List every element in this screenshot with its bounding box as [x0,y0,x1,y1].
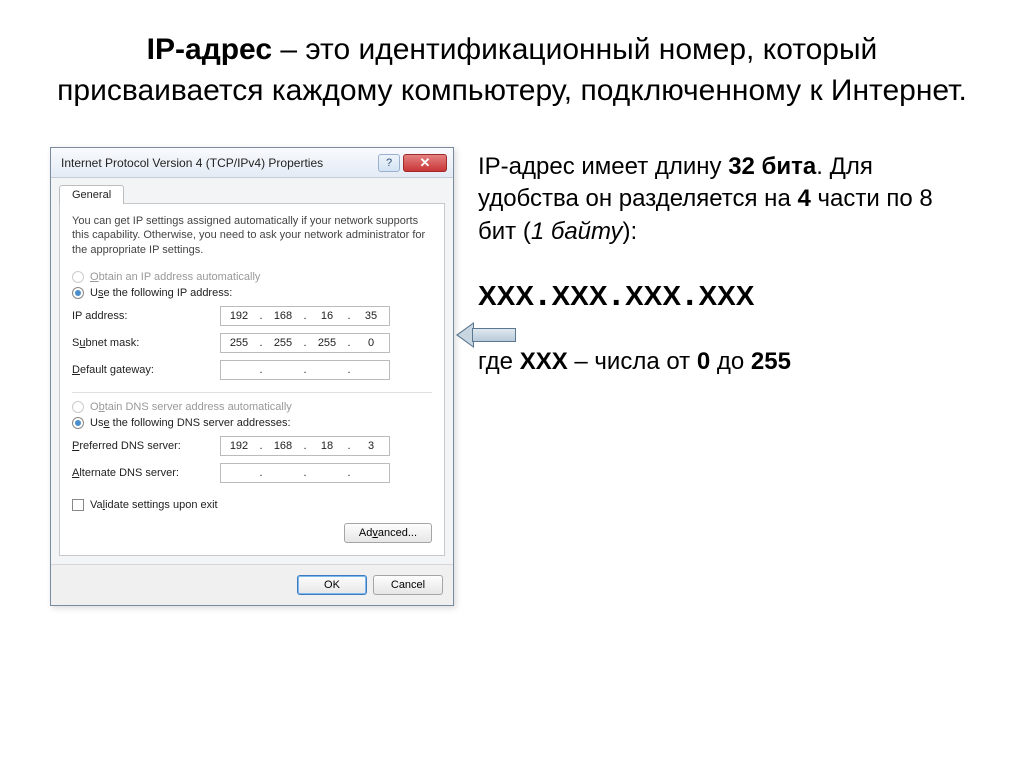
radio-obtain-dns-auto: Obtain DNS server address automatically [72,401,432,413]
tab-general[interactable]: General [59,185,124,204]
label-ip: IP address: [72,310,212,322]
explanation: IP-адрес имеет длину 32 бита. Для удобст… [478,147,974,402]
dialog-title: Internet Protocol Version 4 (TCP/IPv4) P… [61,156,323,170]
label-alt-dns: Alternate DNS server: [72,467,212,479]
label-validate: Validate settings upon exit [90,499,218,511]
radio-obtain-ip-auto[interactable]: Obtain an IP address automatically [72,271,432,283]
titlebar[interactable]: Internet Protocol Version 4 (TCP/IPv4) P… [51,148,453,178]
label-pref-dns: Preferred DNS server: [72,440,212,452]
radio-use-following-dns[interactable]: Use the following DNS server addresses: [72,417,432,429]
term-ip: IP-адрес [147,33,272,66]
arrow-left-icon [458,322,516,348]
label-gateway: Default gateway: [72,364,212,376]
dialog-body: You can get IP settings assigned automat… [59,203,445,556]
help-button[interactable]: ? [378,154,400,172]
preferred-dns-field[interactable]: 192. 168. 18. 3 [220,436,390,456]
ip-address-field[interactable]: 192. 168. 16. 35 [220,306,390,326]
cancel-button[interactable]: Cancel [373,575,443,595]
subnet-mask-field[interactable]: 255. 255. 255. 0 [220,333,390,353]
checkbox-validate[interactable] [72,499,84,511]
radio-icon [72,401,84,413]
default-gateway-field[interactable]: ... [220,360,390,380]
radio-use-following-ip[interactable]: Use the following IP address: [72,287,432,299]
ipv4-properties-dialog: Internet Protocol Version 4 (TCP/IPv4) P… [50,147,454,606]
radio-icon [72,271,84,283]
intro-text: You can get IP settings assigned automat… [72,214,432,257]
radio-icon [72,287,84,299]
advanced-button[interactable]: Advanced... [344,523,432,543]
slide-title: IP-адрес – это идентификационный номер, … [50,30,974,111]
ok-button[interactable]: OK [297,575,367,595]
alternate-dns-field[interactable]: ... [220,463,390,483]
label-subnet: Subnet mask: [72,337,212,349]
radio-icon [72,417,84,429]
close-button[interactable]: ✕ [403,154,447,172]
ip-pattern: ХХХ.ХХХ.ХХХ.ХХХ [478,272,974,318]
